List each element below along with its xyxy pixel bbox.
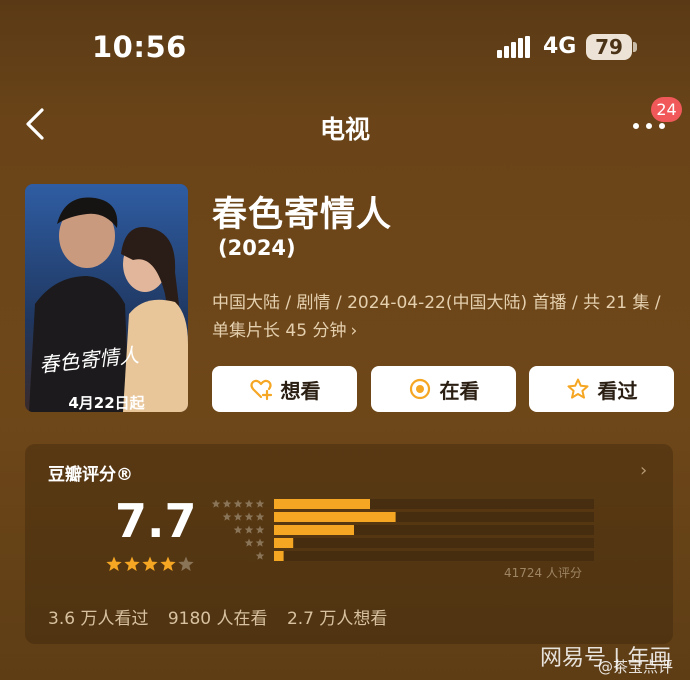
rating-stars: [106, 556, 194, 571]
distribution-star-icon: [255, 538, 265, 547]
poster-art: [25, 184, 188, 412]
distribution-star-icon: [255, 499, 265, 508]
notification-badge: 24: [651, 97, 682, 122]
rating-star-icon: [178, 556, 194, 571]
distribution-bar-track: [274, 551, 594, 561]
rating-score: 7.7: [115, 494, 197, 548]
distribution-bar-2-star: [274, 538, 294, 548]
network-type: 4G: [543, 34, 577, 59]
distribution-star-icon: [222, 512, 232, 521]
star-outline-icon: [567, 378, 588, 399]
distribution-bar-4-star: [274, 512, 396, 522]
show-meta-line-2[interactable]: 单集片长 45 分钟 ›: [212, 316, 357, 341]
distribution-star-icon: [244, 512, 254, 521]
watching-label: 在看: [439, 378, 480, 403]
distribution-bar-1-star: [274, 551, 284, 561]
rating-star-icon: [160, 556, 176, 571]
distribution-star-icon: [244, 538, 254, 547]
rating-distribution: [211, 499, 594, 561]
status-time: 10:56: [92, 30, 187, 64]
distribution-star-icon: [244, 499, 254, 508]
chevron-right-icon: ›: [350, 321, 358, 341]
rating-star-icon: [106, 556, 122, 571]
distribution-bar-track: [274, 538, 594, 548]
signal-icon: [497, 36, 530, 58]
watching-button[interactable]: 在看: [371, 366, 516, 412]
distribution-star-icon: [233, 499, 243, 508]
distribution-star-icon: [233, 525, 243, 534]
distribution-bar-5-star: [274, 499, 370, 509]
want-to-watch-label: 想看: [280, 378, 321, 403]
distribution-star-icon: [222, 499, 232, 508]
distribution-star-icon: [255, 525, 265, 534]
heart-plus-icon: [249, 379, 272, 401]
chevron-right-icon[interactable]: ›: [640, 460, 647, 481]
watermark-handle: @茶宝点评: [598, 658, 674, 676]
rating-source-label: 豆瓣评分®: [48, 465, 133, 485]
want-to-watch-button[interactable]: 想看: [212, 366, 357, 412]
distribution-star-icon: [244, 525, 254, 534]
rating-star-icon: [142, 556, 158, 571]
stat-watching[interactable]: 9180 人在看: [168, 609, 268, 629]
show-year: (2024): [218, 236, 296, 260]
battery-tip: [633, 42, 637, 52]
distribution-bar-3-star: [274, 525, 354, 535]
stat-want[interactable]: 2.7 万人想看: [287, 609, 387, 629]
watch-stats: 3.6 万人看过 9180 人在看 2.7 万人想看: [48, 604, 401, 629]
stat-seen[interactable]: 3.6 万人看过: [48, 609, 148, 629]
show-title: 春色寄情人: [212, 195, 393, 235]
rating-count: 41724 人评分: [504, 566, 582, 580]
distribution-star-icon: [255, 551, 265, 560]
watched-button[interactable]: 看过: [529, 366, 674, 412]
show-meta-line-2-text: 单集片长 45 分钟: [212, 321, 347, 341]
distribution-star-icon: [255, 512, 265, 521]
distribution-star-icon: [233, 512, 243, 521]
poster-image[interactable]: 春色寄情人 4月22日起: [25, 184, 188, 412]
watching-target-icon: [409, 378, 430, 400]
watched-label: 看过: [597, 378, 638, 403]
rating-star-icon: [124, 556, 140, 571]
battery-indicator: 79: [586, 34, 632, 60]
page-title: 电视: [319, 115, 370, 144]
show-meta-line-1: 中国大陆 / 剧情 / 2024-04-22(中国大陆) 首播 / 共 21 集…: [212, 293, 661, 313]
distribution-star-icon: [211, 499, 221, 508]
poster-date: 4月22日起: [68, 394, 145, 412]
status-bar: 10:56 4G 79: [0, 0, 690, 96]
